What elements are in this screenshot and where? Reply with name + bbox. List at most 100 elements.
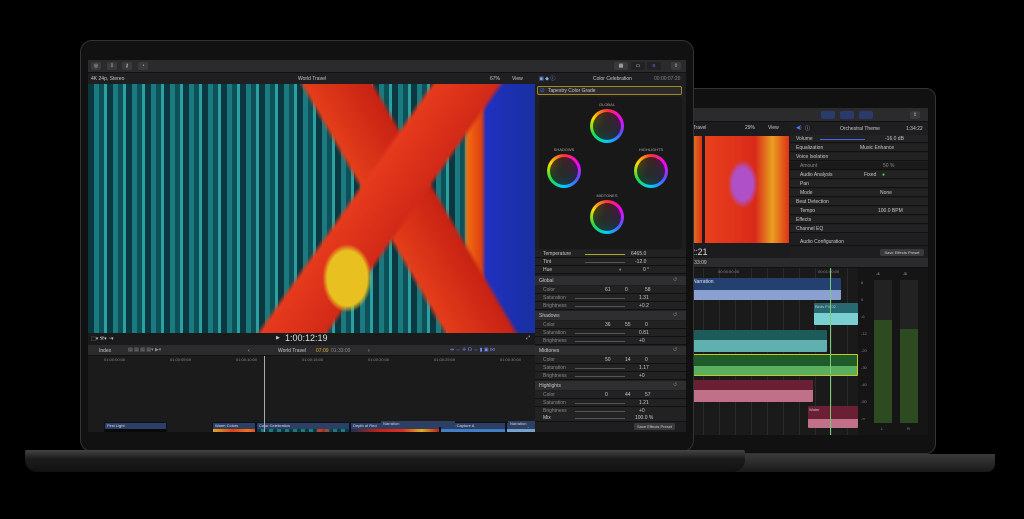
- volume-slider[interactable]: [820, 139, 865, 140]
- save-effects-preset-button[interactable]: Save Effects Preset: [880, 249, 924, 256]
- inspector-layout-button[interactable]: ≡: [647, 62, 661, 70]
- forward-icon[interactable]: ›: [368, 348, 370, 354]
- timeline-tools-icon[interactable]: ⇹ ⇔ ✛ ☊ ⇔ ▮ ▣ ⋈: [450, 347, 495, 353]
- timeline-clip[interactable]: Warm Colors: [212, 422, 256, 432]
- library-layout-button[interactable]: ▦: [614, 62, 628, 70]
- temperature-slider[interactable]: [585, 254, 625, 255]
- saturation-slider[interactable]: [575, 368, 625, 369]
- brightness-slider[interactable]: [575, 411, 625, 412]
- global-wheel[interactable]: [590, 109, 624, 143]
- audio-clip-ambience[interactable]: [691, 380, 813, 402]
- layout-button[interactable]: [840, 111, 854, 119]
- reset-icon[interactable]: ↺: [673, 312, 677, 318]
- section-header[interactable]: Shadows ↺: [535, 311, 686, 320]
- audio-clip-water[interactable]: Water: [808, 406, 858, 428]
- brightness-value[interactable]: +0: [639, 338, 645, 344]
- audio-clip-orchestral[interactable]: [691, 354, 858, 376]
- timeline[interactable]: 01:00:00:00 01:00:05:00 01:00:10:00 01:00:1…: [88, 356, 535, 432]
- color-value[interactable]: 0: [645, 322, 648, 328]
- saturation-slider[interactable]: [575, 298, 625, 299]
- info-icon[interactable]: ⓘ: [805, 125, 810, 132]
- brightness-slider[interactable]: [575, 341, 625, 342]
- viewer-layout-button[interactable]: ▭: [631, 62, 645, 70]
- layout-button[interactable]: [821, 111, 835, 119]
- mode-menu[interactable]: None: [880, 190, 892, 196]
- clip-appearance-icon[interactable]: ▤ ▤ ▤ ▤▾ ▶▾: [128, 347, 161, 353]
- timeline-clip[interactable]: First Light: [104, 422, 167, 432]
- timeline-clip[interactable]: Color Celebration: [256, 422, 350, 432]
- saturation-slider[interactable]: [575, 403, 625, 404]
- voice-isolation-checkbox[interactable]: Voice Isolation: [796, 154, 828, 160]
- narration-clip[interactable]: Narration: [508, 421, 535, 427]
- audio-clip-birds[interactable]: Birds FX 02: [814, 303, 858, 325]
- color-value[interactable]: 14: [625, 357, 631, 363]
- tint-value[interactable]: -12.0: [635, 259, 646, 265]
- equalization-menu[interactable]: Music Enhance: [860, 145, 894, 151]
- checkbox-icon[interactable]: ☑: [540, 88, 544, 94]
- share-icon[interactable]: ⇪: [671, 62, 681, 70]
- saturation-value[interactable]: 0.81: [639, 330, 649, 336]
- saturation-value[interactable]: 1.21: [639, 400, 649, 406]
- zoom-menu[interactable]: 29%: [745, 125, 755, 131]
- color-value[interactable]: 61: [605, 287, 611, 293]
- layout-button[interactable]: [859, 111, 873, 119]
- color-value[interactable]: 55: [625, 322, 631, 328]
- highlights-wheel[interactable]: [634, 154, 668, 188]
- beat-detection-checkbox[interactable]: Beat Detection: [796, 199, 829, 205]
- reset-icon[interactable]: ↺: [673, 277, 677, 283]
- saturation-value[interactable]: 1.31: [639, 295, 649, 301]
- background-tasks-icon[interactable]: ◔: [138, 62, 148, 70]
- mix-slider[interactable]: [575, 418, 625, 419]
- color-value[interactable]: 0: [605, 392, 608, 398]
- brightness-slider[interactable]: [575, 306, 625, 307]
- tint-slider[interactable]: [585, 262, 625, 263]
- section-header[interactable]: Highlights ↺: [535, 381, 686, 390]
- zoom-menu[interactable]: 67%: [490, 76, 500, 82]
- channel-eq-checkbox[interactable]: Channel EQ: [796, 226, 823, 232]
- playhead[interactable]: [830, 268, 831, 435]
- volume-value[interactable]: -16.0 dB: [885, 136, 904, 142]
- brightness-slider[interactable]: [575, 376, 625, 377]
- effect-header[interactable]: ☑ Tapestry Color Grade: [537, 86, 682, 95]
- color-value[interactable]: 50: [605, 357, 611, 363]
- color-value[interactable]: 44: [625, 392, 631, 398]
- effect-name[interactable]: Tapestry Color Grade: [548, 88, 596, 94]
- audio-clip-narration[interactable]: Narration: [691, 278, 841, 300]
- effects-checkbox[interactable]: Effects: [796, 217, 811, 223]
- saturation-value[interactable]: 1.17: [639, 365, 649, 371]
- color-value[interactable]: 36: [605, 322, 611, 328]
- brightness-value[interactable]: +0.2: [639, 303, 649, 309]
- share-icon[interactable]: ⇪: [910, 111, 920, 119]
- color-value[interactable]: 57: [645, 392, 651, 398]
- audio-timeline[interactable]: 00:00:50:00 00:01:00:00 Narration Birds …: [688, 268, 858, 435]
- import-icon[interactable]: ◎: [91, 62, 101, 70]
- key-icon[interactable]: ⚷: [122, 62, 132, 70]
- transform-icon[interactable]: ⬚▾ ⚒▾ ◔▾: [91, 336, 114, 342]
- section-header[interactable]: Global ↺: [535, 276, 686, 285]
- audio-clip-music[interactable]: [691, 330, 827, 352]
- color-value[interactable]: 0: [625, 287, 628, 293]
- timeline-project[interactable]: World Travel: [278, 348, 306, 354]
- temperature-value[interactable]: 6465.0: [631, 251, 646, 257]
- index-button[interactable]: Index: [99, 348, 111, 354]
- view-menu[interactable]: View: [512, 76, 523, 82]
- audio-icon[interactable]: ◀): [796, 125, 802, 131]
- brightness-value[interactable]: +0: [639, 373, 645, 379]
- view-menu[interactable]: View: [768, 125, 779, 131]
- amount-value[interactable]: 50 %: [883, 163, 894, 169]
- mix-value[interactable]: 100.0 %: [635, 415, 653, 421]
- midtones-wheel[interactable]: [590, 200, 624, 234]
- tempo-value[interactable]: 100.0 BPM: [878, 208, 903, 214]
- shadows-wheel[interactable]: [547, 154, 581, 188]
- hue-dial-icon[interactable]: ◐: [619, 267, 622, 273]
- save-effects-preset-button[interactable]: Save Effects Preset: [634, 423, 675, 430]
- reset-icon[interactable]: ↺: [673, 382, 677, 388]
- saturation-slider[interactable]: [575, 333, 625, 334]
- audio-configuration[interactable]: Audio Configuration: [800, 239, 844, 245]
- inspector-tabs-icon[interactable]: ▣ ◆ ⓘ: [539, 75, 555, 82]
- reset-icon[interactable]: ↺: [673, 347, 677, 353]
- fullscreen-icon[interactable]: ⤢: [526, 335, 530, 341]
- play-icon[interactable]: ▶: [276, 335, 280, 341]
- hue-value[interactable]: 0 °: [643, 267, 649, 273]
- playhead[interactable]: [264, 356, 265, 432]
